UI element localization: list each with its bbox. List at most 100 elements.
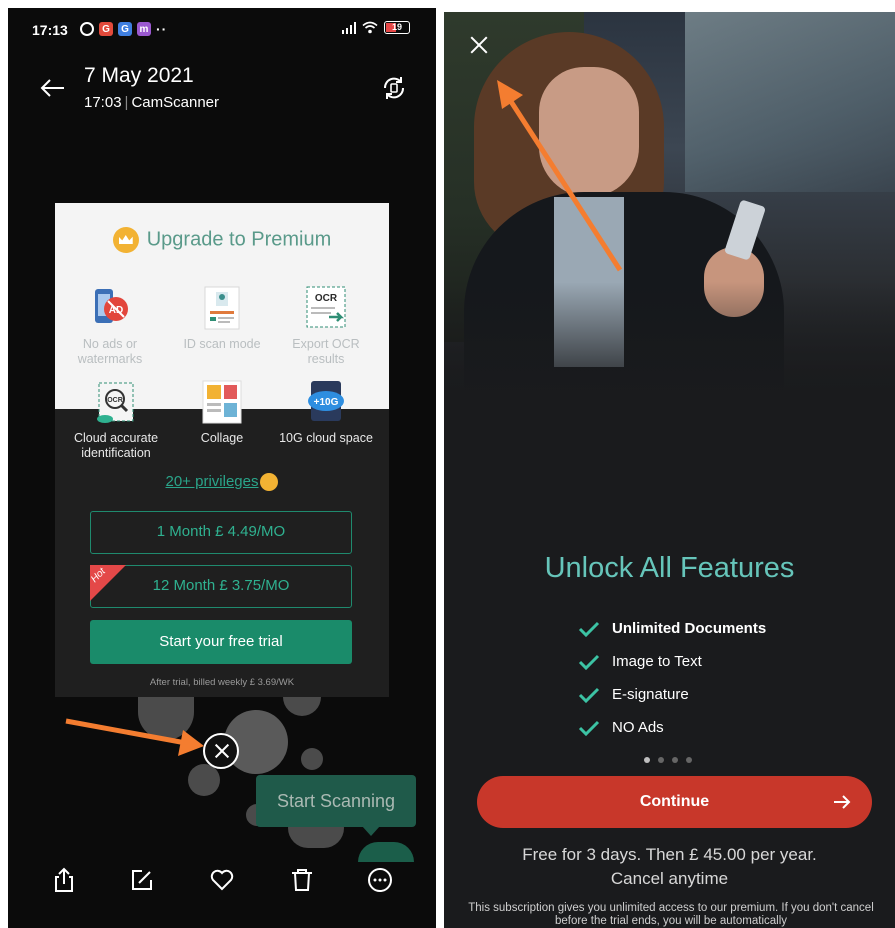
benefit-item: NO Ads	[578, 711, 766, 744]
wifi-icon	[362, 21, 378, 34]
more-notifications-indicator: ··	[156, 21, 168, 37]
bottom-toolbar	[8, 856, 436, 906]
document-date: 7 May 2021	[84, 64, 194, 87]
status-time: 17:13	[32, 22, 68, 38]
checkmark-icon	[578, 720, 600, 736]
more-options-icon[interactable]	[366, 866, 394, 894]
no-ads-icon: AD	[87, 285, 133, 331]
continue-label: Continue	[639, 793, 710, 810]
cancel-line: Cancel anytime	[610, 869, 729, 888]
plan-label: 1 Month £ 4.49/MO	[156, 523, 286, 540]
google-icon: G	[99, 22, 113, 36]
ad-text: AD	[109, 305, 123, 316]
feature-label: 10G cloud space	[279, 431, 373, 445]
plan-12-month[interactable]: Hot 12 Month £ 3.75/MO	[90, 565, 352, 608]
dialog-title: Upgrade to Premium	[55, 227, 389, 253]
benefit-label: Image to Text	[612, 653, 702, 670]
share-icon[interactable]	[50, 866, 78, 894]
feature-cloud-space: +10G 10G cloud space	[271, 379, 381, 446]
favorite-heart-icon[interactable]	[208, 866, 236, 894]
hot-badge-text: Hot	[90, 566, 108, 586]
benefit-item: Image to Text	[578, 645, 766, 678]
hot-badge: Hot	[90, 565, 126, 601]
feature-label: identification	[81, 446, 151, 460]
ocr-export-icon: OCR	[303, 285, 349, 331]
benefit-item: Unlimited Documents	[578, 612, 766, 645]
crown-icon	[260, 473, 279, 492]
benefit-label: NO Ads	[612, 719, 664, 736]
notification-icons: G G m ··	[80, 21, 167, 37]
checkmark-icon	[578, 687, 600, 703]
battery-level: 19	[391, 22, 402, 32]
edit-icon[interactable]	[128, 866, 156, 894]
decorative-bubble	[283, 696, 321, 716]
pricing-line: Free for 3 days. Then £ 45.00 per year.	[522, 845, 817, 864]
battery-icon: 19	[384, 21, 410, 34]
back-arrow-icon[interactable]	[38, 76, 68, 100]
alarm-icon	[80, 22, 94, 36]
status-bar: 17:13 G G m ·· 19	[8, 8, 436, 48]
benefit-item: E-signature	[578, 678, 766, 711]
feature-label: Cloud accurate	[73, 431, 159, 445]
crown-icon	[112, 227, 139, 253]
delete-trash-icon[interactable]	[288, 866, 316, 894]
hero-photo-woman-with-phone	[444, 12, 895, 402]
feature-label: ID scan mode	[183, 337, 261, 351]
system-icons: 19	[342, 21, 410, 34]
decorative-bubble	[301, 748, 323, 770]
page-dot[interactable]	[686, 757, 692, 763]
page-dot-active[interactable]	[644, 757, 650, 763]
feature-collage: Collage	[167, 379, 277, 446]
screenshot-root: 17:13 G G m ·· 19 7 May 2021 17:03 | Cam…	[0, 0, 895, 928]
benefit-label: Unlimited Documents	[612, 620, 767, 637]
app-name: CamScanner	[131, 94, 219, 111]
cloud-space-text: +10G	[314, 397, 339, 408]
checkmark-icon	[578, 621, 600, 637]
start-free-trial-button[interactable]: Start your free trial	[90, 620, 352, 664]
plan-1-month[interactable]: 1 Month £ 4.49/MO	[90, 511, 352, 554]
id-card-icon	[199, 285, 245, 331]
left-phone-screen: 17:13 G G m ·· 19 7 May 2021 17:03 | Cam…	[8, 8, 436, 928]
close-icon[interactable]	[468, 34, 490, 56]
right-phone-screen: Unlock All Features Unlimited Documents …	[444, 12, 895, 928]
decorative-bubble	[188, 764, 220, 796]
page-dot[interactable]	[672, 757, 678, 763]
decorative-bubble	[138, 696, 194, 740]
feature-label: watermarks	[77, 352, 143, 366]
pricing-text: Free for 3 days. Then £ 45.00 per year. …	[444, 843, 895, 891]
rotate-icon[interactable]	[380, 74, 408, 102]
close-dialog-button[interactable]	[203, 733, 239, 769]
ocr-text: OCR	[315, 293, 338, 304]
billing-note: After trial, billed weekly £ 3.69/WK	[149, 677, 295, 688]
unlock-headline: Unlock All Features	[544, 552, 795, 584]
checkmark-icon	[578, 654, 600, 670]
cloud-ocr-icon: OCR	[93, 379, 139, 425]
privileges-text[interactable]: 20+ privileges	[166, 473, 259, 490]
google-icon: G	[118, 22, 132, 36]
carousel-page-indicator	[644, 757, 692, 763]
feature-label: Collage	[200, 431, 244, 445]
document-time: 17:03	[84, 94, 122, 111]
subtitle-divider: |	[124, 94, 129, 111]
document-header: 7 May 2021 17:03 | CamScanner	[8, 58, 436, 128]
feature-label: results	[307, 352, 345, 366]
dialog-title-text: Upgrade to Premium	[146, 228, 332, 251]
feature-label: Export OCR	[292, 337, 360, 351]
privileges-link[interactable]: 20+ privileges	[55, 473, 389, 492]
feature-no-ads: AD No ads or watermarks	[55, 285, 165, 367]
plan-label: 12 Month £ 3.75/MO	[152, 577, 290, 594]
messenger-icon: m	[137, 22, 151, 36]
arrow-right-icon	[834, 795, 851, 809]
ocr-text: OCR	[107, 397, 123, 404]
document-subtitle: 17:03 | CamScanner	[84, 94, 219, 111]
subscription-fine-print: This subscription gives you unlimited ac…	[468, 902, 874, 927]
cloud-storage-icon: +10G	[303, 379, 349, 425]
feature-id-scan: ID scan mode	[167, 285, 277, 352]
upgrade-premium-dialog: Upgrade to Premium AD No ads or watermar…	[55, 203, 389, 697]
benefits-list: Unlimited Documents Image to Text E-sign…	[578, 612, 766, 744]
signal-icon	[342, 21, 356, 34]
continue-button[interactable]: Continue	[477, 776, 872, 828]
feature-cloud-ocr: OCR Cloud accurate identification	[61, 379, 171, 461]
collage-icon	[199, 379, 245, 425]
page-dot[interactable]	[658, 757, 664, 763]
